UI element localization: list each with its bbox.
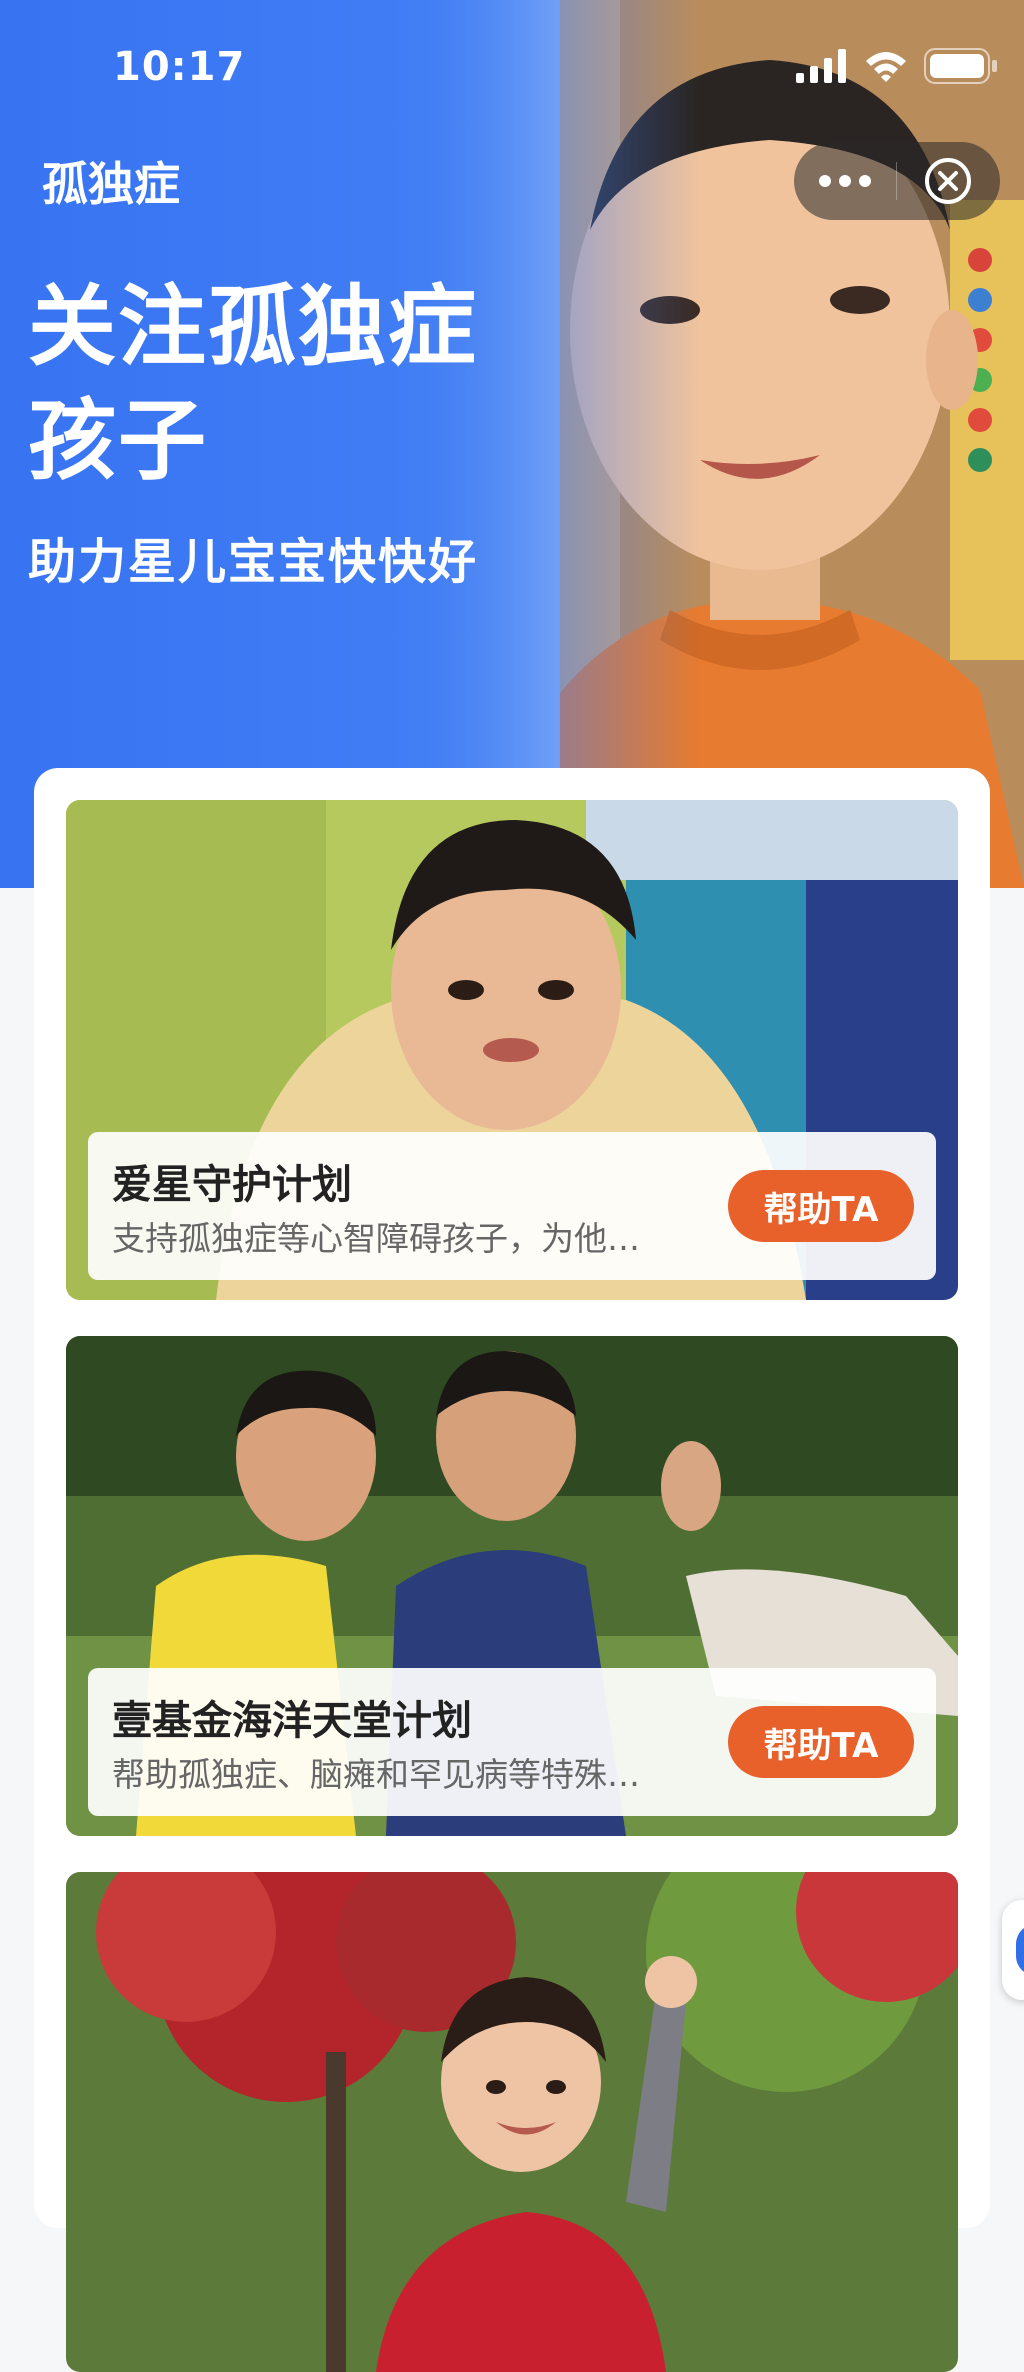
hero-subline: 助力星儿宝宝快快好 <box>28 534 479 590</box>
project-desc: 支持孤独症等心智障碍孩子，为他… <box>112 1219 640 1258</box>
project-card[interactable] <box>66 1872 958 2372</box>
help-button[interactable]: 帮助TA <box>728 1170 914 1242</box>
close-circle-icon <box>925 158 971 204</box>
project-info: 爱星守护计划 支持孤独症等心智障碍孩子，为他… 帮助TA <box>88 1132 936 1280</box>
close-button[interactable] <box>897 142 999 220</box>
help-button[interactable]: 帮助TA <box>728 1706 914 1778</box>
miniprogram-capsule <box>794 142 1000 220</box>
hero-headline: 关注孤独症孩子 <box>28 275 479 492</box>
project-card[interactable]: 壹基金海洋天堂计划 帮助孤独症、脑瘫和罕见病等特殊… 帮助TA <box>66 1336 958 1836</box>
more-button[interactable] <box>794 142 896 220</box>
hero-banner: 10:17 孤独症 关注孤独症孩子 助力星儿宝宝快快好 <box>0 0 1024 888</box>
project-title: 爱星守护计划 <box>112 1162 352 1208</box>
project-card[interactable]: 爱星守护计划 支持孤独症等心智障碍孩子，为他… 帮助TA <box>66 800 958 1300</box>
battery-icon <box>924 48 997 84</box>
status-bar: 10:17 <box>0 0 1024 140</box>
page-title: 孤独症 <box>42 157 180 211</box>
project-info: 壹基金海洋天堂计划 帮助孤独症、脑瘫和罕见病等特殊… 帮助TA <box>88 1668 936 1816</box>
project-desc: 帮助孤独症、脑瘫和罕见病等特殊… <box>112 1755 640 1794</box>
more-dots-icon <box>819 175 871 187</box>
floating-side-button[interactable] <box>1002 1900 1024 2000</box>
project-title: 壹基金海洋天堂计划 <box>112 1698 472 1744</box>
status-time: 10:17 <box>113 44 246 90</box>
status-icons <box>796 48 998 84</box>
wifi-icon <box>866 52 906 82</box>
signal-icon <box>796 49 846 83</box>
project-list: 爱星守护计划 支持孤独症等心智障碍孩子，为他… 帮助TA 壹基金海洋天堂计划 帮… <box>34 768 990 2372</box>
project-photo <box>66 1872 958 2372</box>
